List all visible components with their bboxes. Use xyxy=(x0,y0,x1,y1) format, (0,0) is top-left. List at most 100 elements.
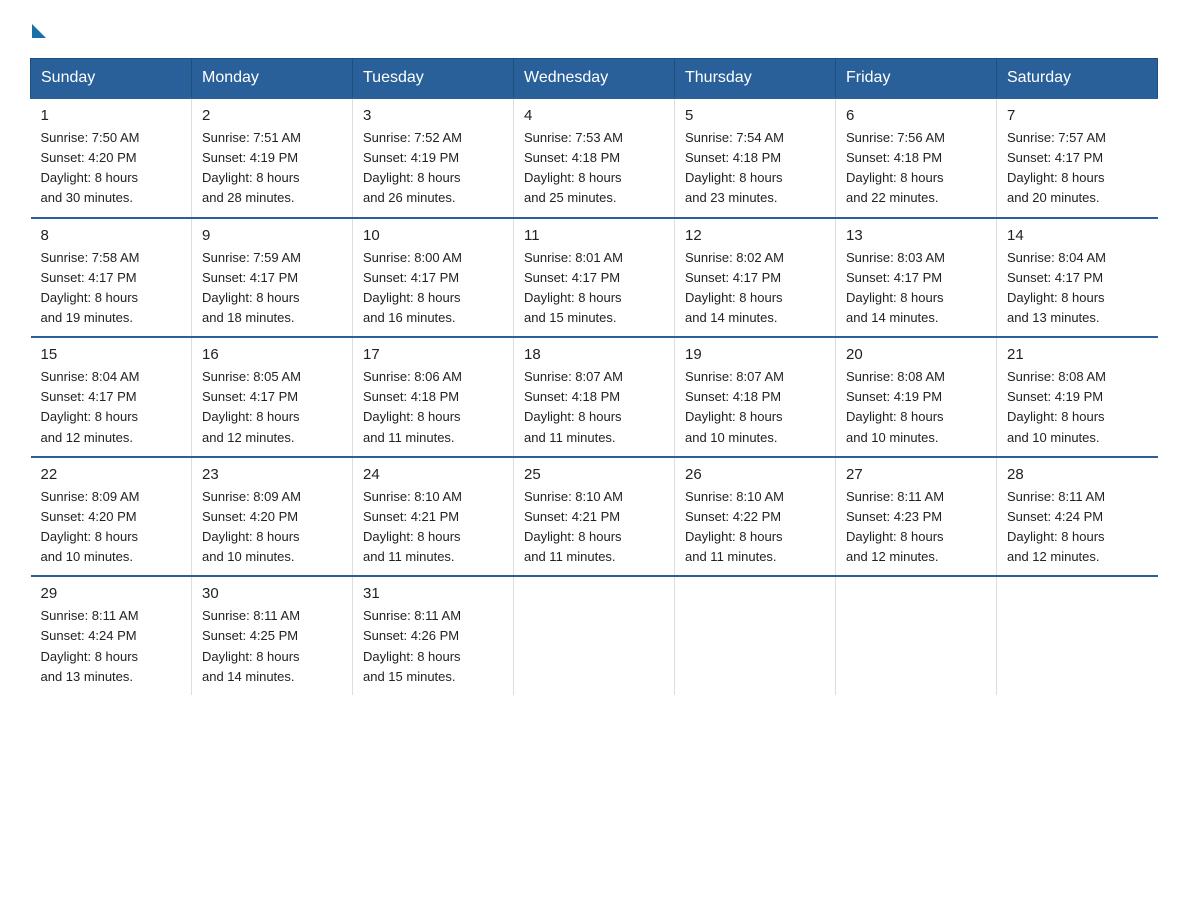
header-day-tuesday: Tuesday xyxy=(353,59,514,99)
header-day-wednesday: Wednesday xyxy=(514,59,675,99)
week-row-1: 1 Sunrise: 7:50 AMSunset: 4:20 PMDayligh… xyxy=(31,98,1158,218)
day-info: Sunrise: 8:09 AMSunset: 4:20 PMDaylight:… xyxy=(41,487,182,568)
day-cell: 5 Sunrise: 7:54 AMSunset: 4:18 PMDayligh… xyxy=(675,98,836,218)
day-info: Sunrise: 7:59 AMSunset: 4:17 PMDaylight:… xyxy=(202,248,342,329)
day-cell: 22 Sunrise: 8:09 AMSunset: 4:20 PMDaylig… xyxy=(31,457,192,577)
day-cell: 30 Sunrise: 8:11 AMSunset: 4:25 PMDaylig… xyxy=(192,576,353,695)
day-cell: 15 Sunrise: 8:04 AMSunset: 4:17 PMDaylig… xyxy=(31,337,192,457)
week-row-5: 29 Sunrise: 8:11 AMSunset: 4:24 PMDaylig… xyxy=(31,576,1158,695)
day-info: Sunrise: 8:10 AMSunset: 4:21 PMDaylight:… xyxy=(524,487,664,568)
day-cell: 12 Sunrise: 8:02 AMSunset: 4:17 PMDaylig… xyxy=(675,218,836,338)
day-number: 20 xyxy=(846,346,986,363)
day-number: 31 xyxy=(363,585,503,602)
page-header xyxy=(30,20,1158,38)
day-cell: 23 Sunrise: 8:09 AMSunset: 4:20 PMDaylig… xyxy=(192,457,353,577)
day-info: Sunrise: 8:11 AMSunset: 4:25 PMDaylight:… xyxy=(202,606,342,687)
day-info: Sunrise: 7:53 AMSunset: 4:18 PMDaylight:… xyxy=(524,128,664,209)
day-number: 7 xyxy=(1007,107,1148,124)
day-info: Sunrise: 8:04 AMSunset: 4:17 PMDaylight:… xyxy=(1007,248,1148,329)
day-number: 1 xyxy=(41,107,182,124)
logo-triangle-icon xyxy=(32,24,46,38)
day-info: Sunrise: 8:08 AMSunset: 4:19 PMDaylight:… xyxy=(846,367,986,448)
day-info: Sunrise: 8:06 AMSunset: 4:18 PMDaylight:… xyxy=(363,367,503,448)
header-day-monday: Monday xyxy=(192,59,353,99)
day-number: 4 xyxy=(524,107,664,124)
day-cell xyxy=(997,576,1158,695)
day-cell: 10 Sunrise: 8:00 AMSunset: 4:17 PMDaylig… xyxy=(353,218,514,338)
header-day-thursday: Thursday xyxy=(675,59,836,99)
day-cell: 16 Sunrise: 8:05 AMSunset: 4:17 PMDaylig… xyxy=(192,337,353,457)
day-number: 25 xyxy=(524,466,664,483)
day-cell: 13 Sunrise: 8:03 AMSunset: 4:17 PMDaylig… xyxy=(836,218,997,338)
day-number: 5 xyxy=(685,107,825,124)
day-info: Sunrise: 8:07 AMSunset: 4:18 PMDaylight:… xyxy=(685,367,825,448)
day-info: Sunrise: 8:11 AMSunset: 4:23 PMDaylight:… xyxy=(846,487,986,568)
day-number: 22 xyxy=(41,466,182,483)
day-cell: 3 Sunrise: 7:52 AMSunset: 4:19 PMDayligh… xyxy=(353,98,514,218)
day-info: Sunrise: 7:57 AMSunset: 4:17 PMDaylight:… xyxy=(1007,128,1148,209)
day-number: 2 xyxy=(202,107,342,124)
day-number: 23 xyxy=(202,466,342,483)
day-info: Sunrise: 8:00 AMSunset: 4:17 PMDaylight:… xyxy=(363,248,503,329)
day-info: Sunrise: 7:58 AMSunset: 4:17 PMDaylight:… xyxy=(41,248,182,329)
day-number: 26 xyxy=(685,466,825,483)
day-cell: 14 Sunrise: 8:04 AMSunset: 4:17 PMDaylig… xyxy=(997,218,1158,338)
day-cell: 29 Sunrise: 8:11 AMSunset: 4:24 PMDaylig… xyxy=(31,576,192,695)
header-day-friday: Friday xyxy=(836,59,997,99)
day-info: Sunrise: 8:04 AMSunset: 4:17 PMDaylight:… xyxy=(41,367,182,448)
day-number: 12 xyxy=(685,227,825,244)
week-row-3: 15 Sunrise: 8:04 AMSunset: 4:17 PMDaylig… xyxy=(31,337,1158,457)
day-info: Sunrise: 8:11 AMSunset: 4:24 PMDaylight:… xyxy=(1007,487,1148,568)
day-cell: 7 Sunrise: 7:57 AMSunset: 4:17 PMDayligh… xyxy=(997,98,1158,218)
day-cell: 18 Sunrise: 8:07 AMSunset: 4:18 PMDaylig… xyxy=(514,337,675,457)
day-number: 11 xyxy=(524,227,664,244)
day-info: Sunrise: 8:10 AMSunset: 4:21 PMDaylight:… xyxy=(363,487,503,568)
day-info: Sunrise: 8:11 AMSunset: 4:24 PMDaylight:… xyxy=(41,606,182,687)
day-cell: 19 Sunrise: 8:07 AMSunset: 4:18 PMDaylig… xyxy=(675,337,836,457)
day-number: 3 xyxy=(363,107,503,124)
day-cell: 2 Sunrise: 7:51 AMSunset: 4:19 PMDayligh… xyxy=(192,98,353,218)
day-cell: 28 Sunrise: 8:11 AMSunset: 4:24 PMDaylig… xyxy=(997,457,1158,577)
calendar-table: SundayMondayTuesdayWednesdayThursdayFrid… xyxy=(30,58,1158,695)
header-day-sunday: Sunday xyxy=(31,59,192,99)
day-info: Sunrise: 8:02 AMSunset: 4:17 PMDaylight:… xyxy=(685,248,825,329)
day-info: Sunrise: 8:11 AMSunset: 4:26 PMDaylight:… xyxy=(363,606,503,687)
day-cell: 6 Sunrise: 7:56 AMSunset: 4:18 PMDayligh… xyxy=(836,98,997,218)
calendar-header-row: SundayMondayTuesdayWednesdayThursdayFrid… xyxy=(31,59,1158,99)
day-number: 15 xyxy=(41,346,182,363)
day-cell: 26 Sunrise: 8:10 AMSunset: 4:22 PMDaylig… xyxy=(675,457,836,577)
day-cell xyxy=(514,576,675,695)
day-info: Sunrise: 7:50 AMSunset: 4:20 PMDaylight:… xyxy=(41,128,182,209)
day-cell: 31 Sunrise: 8:11 AMSunset: 4:26 PMDaylig… xyxy=(353,576,514,695)
day-number: 6 xyxy=(846,107,986,124)
week-row-4: 22 Sunrise: 8:09 AMSunset: 4:20 PMDaylig… xyxy=(31,457,1158,577)
day-cell: 1 Sunrise: 7:50 AMSunset: 4:20 PMDayligh… xyxy=(31,98,192,218)
logo xyxy=(30,20,46,38)
day-cell: 17 Sunrise: 8:06 AMSunset: 4:18 PMDaylig… xyxy=(353,337,514,457)
day-cell: 27 Sunrise: 8:11 AMSunset: 4:23 PMDaylig… xyxy=(836,457,997,577)
day-number: 21 xyxy=(1007,346,1148,363)
day-number: 29 xyxy=(41,585,182,602)
day-info: Sunrise: 8:03 AMSunset: 4:17 PMDaylight:… xyxy=(846,248,986,329)
day-cell: 25 Sunrise: 8:10 AMSunset: 4:21 PMDaylig… xyxy=(514,457,675,577)
day-info: Sunrise: 8:10 AMSunset: 4:22 PMDaylight:… xyxy=(685,487,825,568)
day-info: Sunrise: 8:09 AMSunset: 4:20 PMDaylight:… xyxy=(202,487,342,568)
day-info: Sunrise: 7:52 AMSunset: 4:19 PMDaylight:… xyxy=(363,128,503,209)
day-cell xyxy=(836,576,997,695)
day-number: 16 xyxy=(202,346,342,363)
day-info: Sunrise: 7:51 AMSunset: 4:19 PMDaylight:… xyxy=(202,128,342,209)
day-number: 14 xyxy=(1007,227,1148,244)
day-cell: 21 Sunrise: 8:08 AMSunset: 4:19 PMDaylig… xyxy=(997,337,1158,457)
day-number: 24 xyxy=(363,466,503,483)
day-cell: 20 Sunrise: 8:08 AMSunset: 4:19 PMDaylig… xyxy=(836,337,997,457)
day-info: Sunrise: 7:56 AMSunset: 4:18 PMDaylight:… xyxy=(846,128,986,209)
day-number: 9 xyxy=(202,227,342,244)
day-number: 10 xyxy=(363,227,503,244)
day-number: 13 xyxy=(846,227,986,244)
day-info: Sunrise: 8:01 AMSunset: 4:17 PMDaylight:… xyxy=(524,248,664,329)
day-cell: 11 Sunrise: 8:01 AMSunset: 4:17 PMDaylig… xyxy=(514,218,675,338)
day-info: Sunrise: 8:07 AMSunset: 4:18 PMDaylight:… xyxy=(524,367,664,448)
week-row-2: 8 Sunrise: 7:58 AMSunset: 4:17 PMDayligh… xyxy=(31,218,1158,338)
day-info: Sunrise: 8:08 AMSunset: 4:19 PMDaylight:… xyxy=(1007,367,1148,448)
day-number: 8 xyxy=(41,227,182,244)
